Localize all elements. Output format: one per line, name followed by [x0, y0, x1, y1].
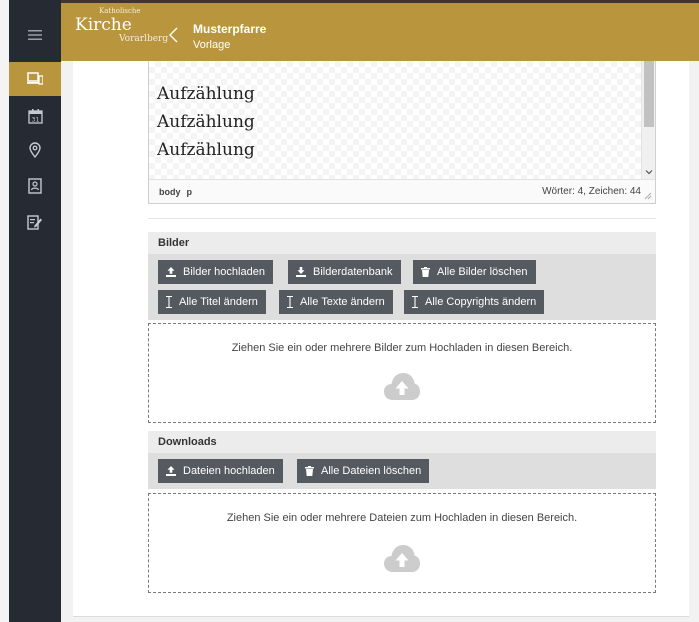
dropzone-text: Ziehen Sie ein oder mehrere Dateien zum …	[226, 512, 578, 524]
logo-main-text: Kirche	[75, 15, 132, 35]
path-item[interactable]: p	[187, 187, 193, 197]
word-count: Wörter: 4, Zeichen: 44	[542, 186, 641, 197]
dropzone-text: Ziehen Sie ein oder mehrere Bilder zum H…	[231, 342, 573, 354]
sidebar: 31	[9, 0, 61, 622]
top-bar: Katholische Kirche Vorarlberg Musterpfar…	[61, 0, 699, 61]
cloud-upload-icon	[384, 545, 420, 572]
editor-line: Aufzählung	[157, 112, 255, 132]
calendar-icon: 31	[27, 108, 43, 124]
chevron-down-icon[interactable]	[644, 167, 654, 177]
sidebar-item-calendar[interactable]: 31	[9, 99, 61, 133]
parish-subtitle: Vorlage	[193, 39, 231, 51]
trash-icon	[421, 267, 430, 277]
back-button[interactable]	[169, 27, 178, 47]
content-panel: Aufzählung Aufzählung Aufzählung body p W…	[73, 61, 689, 617]
sidebar-item-contacts[interactable]	[9, 169, 61, 203]
editor-line: Aufzählung	[157, 84, 255, 104]
resize-handle-icon[interactable]	[644, 192, 652, 200]
calendar-day: 31	[31, 116, 39, 123]
text-cursor-icon	[412, 296, 418, 308]
rich-text-editor: Aufzählung Aufzählung Aufzählung body p W…	[148, 61, 656, 204]
sidebar-item-content[interactable]	[9, 62, 61, 96]
sidebar-menu-toggle[interactable]	[9, 18, 61, 52]
menu-icon	[28, 30, 42, 40]
upload-files-button[interactable]: Dateien hochladen	[158, 459, 283, 483]
button-label: Alle Bilder löschen	[437, 266, 528, 278]
parish-title: Musterpfarre	[193, 22, 267, 36]
editor-scrollbar[interactable]	[641, 61, 655, 179]
cloud-upload-icon	[384, 373, 420, 400]
sidebar-item-edit[interactable]	[9, 205, 61, 239]
button-label: Alle Texte ändern	[300, 296, 385, 308]
path-item[interactable]: body	[159, 187, 181, 197]
content-icon	[27, 72, 43, 85]
sidebar-item-locations[interactable]	[9, 133, 61, 167]
location-icon	[29, 142, 41, 158]
logo-small-text: Katholische	[99, 7, 141, 15]
upload-icon	[166, 267, 176, 277]
change-all-copyrights-button[interactable]: Alle Copyrights ändern	[404, 290, 545, 314]
edit-icon	[27, 214, 42, 230]
image-database-button[interactable]: Bilderdatenbank	[288, 260, 401, 284]
delete-all-files-button[interactable]: Alle Dateien löschen	[297, 459, 430, 483]
images-toolbar: Bilder hochladen Bilderdatenbank Alle Bi…	[148, 254, 656, 320]
divider	[148, 218, 656, 219]
button-label: Alle Copyrights ändern	[425, 296, 537, 308]
contacts-icon	[28, 178, 42, 194]
logo-sub-text: Vorarlberg	[119, 34, 169, 44]
upload-images-button[interactable]: Bilder hochladen	[158, 260, 273, 284]
delete-all-images-button[interactable]: Alle Bilder löschen	[413, 260, 536, 284]
window-edge	[0, 0, 9, 622]
text-cursor-icon	[287, 296, 293, 308]
button-label: Alle Dateien löschen	[321, 465, 422, 477]
downloads-toolbar: Dateien hochladen Alle Dateien löschen	[148, 453, 656, 489]
button-label: Dateien hochladen	[183, 465, 275, 477]
trash-icon	[305, 466, 314, 476]
change-all-texts-button[interactable]: Alle Texte ändern	[279, 290, 393, 314]
chevron-left-icon	[169, 27, 178, 43]
button-label: Bilder hochladen	[183, 266, 265, 278]
downloads-dropzone[interactable]: Ziehen Sie ein oder mehrere Dateien zum …	[148, 493, 656, 593]
button-label: Bilderdatenbank	[313, 266, 393, 278]
editor-statusbar: body p Wörter: 4, Zeichen: 44	[149, 179, 655, 203]
button-label: Alle Titel ändern	[179, 296, 258, 308]
scrollbar-thumb[interactable]	[644, 61, 654, 127]
editor-text-area[interactable]: Aufzählung Aufzählung Aufzählung	[149, 61, 655, 179]
downloads-heading: Downloads	[148, 431, 656, 453]
upload-icon	[166, 466, 176, 476]
images-heading: Bilder	[148, 232, 656, 254]
element-path: body p	[159, 187, 192, 197]
editor-line: Aufzählung	[157, 140, 255, 160]
change-all-titles-button[interactable]: Alle Titel ändern	[158, 290, 266, 314]
images-dropzone[interactable]: Ziehen Sie ein oder mehrere Bilder zum H…	[148, 323, 656, 423]
download-icon	[296, 267, 306, 277]
text-cursor-icon	[166, 296, 172, 308]
